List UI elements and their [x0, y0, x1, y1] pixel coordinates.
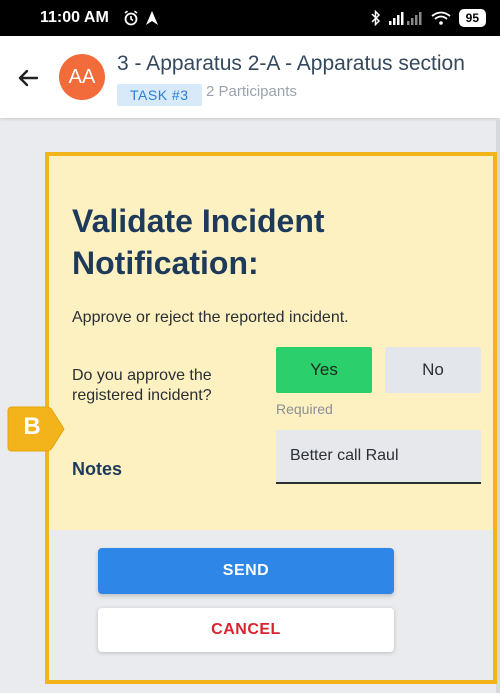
- navigation-icon: [145, 11, 158, 25]
- approval-question: Do you approve the registered incident?: [72, 367, 212, 404]
- back-button[interactable]: [14, 64, 42, 92]
- send-button[interactable]: SEND: [98, 548, 394, 594]
- status-time: 11:00 AM: [40, 9, 109, 26]
- wifi-icon: [431, 11, 451, 25]
- avatar[interactable]: AA: [59, 54, 105, 100]
- notes-input[interactable]: [276, 430, 481, 484]
- battery-indicator: 95: [458, 9, 486, 27]
- bluetooth-icon: [371, 10, 380, 26]
- page-title: 3 - Apparatus 2-A - Apparatus section: [117, 52, 465, 75]
- arrow-back-icon: [18, 69, 39, 87]
- form-heading: Validate Incident Notification:: [72, 203, 325, 281]
- participants-count[interactable]: 2 Participants: [206, 83, 297, 100]
- task-badge: TASK #3: [117, 84, 202, 106]
- signal-icon: [388, 12, 422, 25]
- form-instruction: Approve or reject the reported incident.: [72, 309, 349, 326]
- no-button[interactable]: No: [385, 347, 481, 393]
- alarm-icon: [124, 10, 138, 26]
- notes-label: Notes: [72, 459, 123, 479]
- marker-letter: B: [23, 413, 41, 440]
- yes-button[interactable]: Yes: [276, 347, 372, 393]
- status-bar: 11:00 AM 95: [0, 0, 500, 36]
- cancel-button[interactable]: CANCEL: [98, 608, 394, 652]
- highlighted-form-card: Validate Incident Notification: Approve …: [45, 152, 497, 684]
- chat-header: AA 3 - Apparatus 2-A - Apparatus section…: [0, 36, 500, 118]
- incident-form: Validate Incident Notification: Approve …: [49, 156, 493, 530]
- required-hint: Required: [276, 401, 333, 417]
